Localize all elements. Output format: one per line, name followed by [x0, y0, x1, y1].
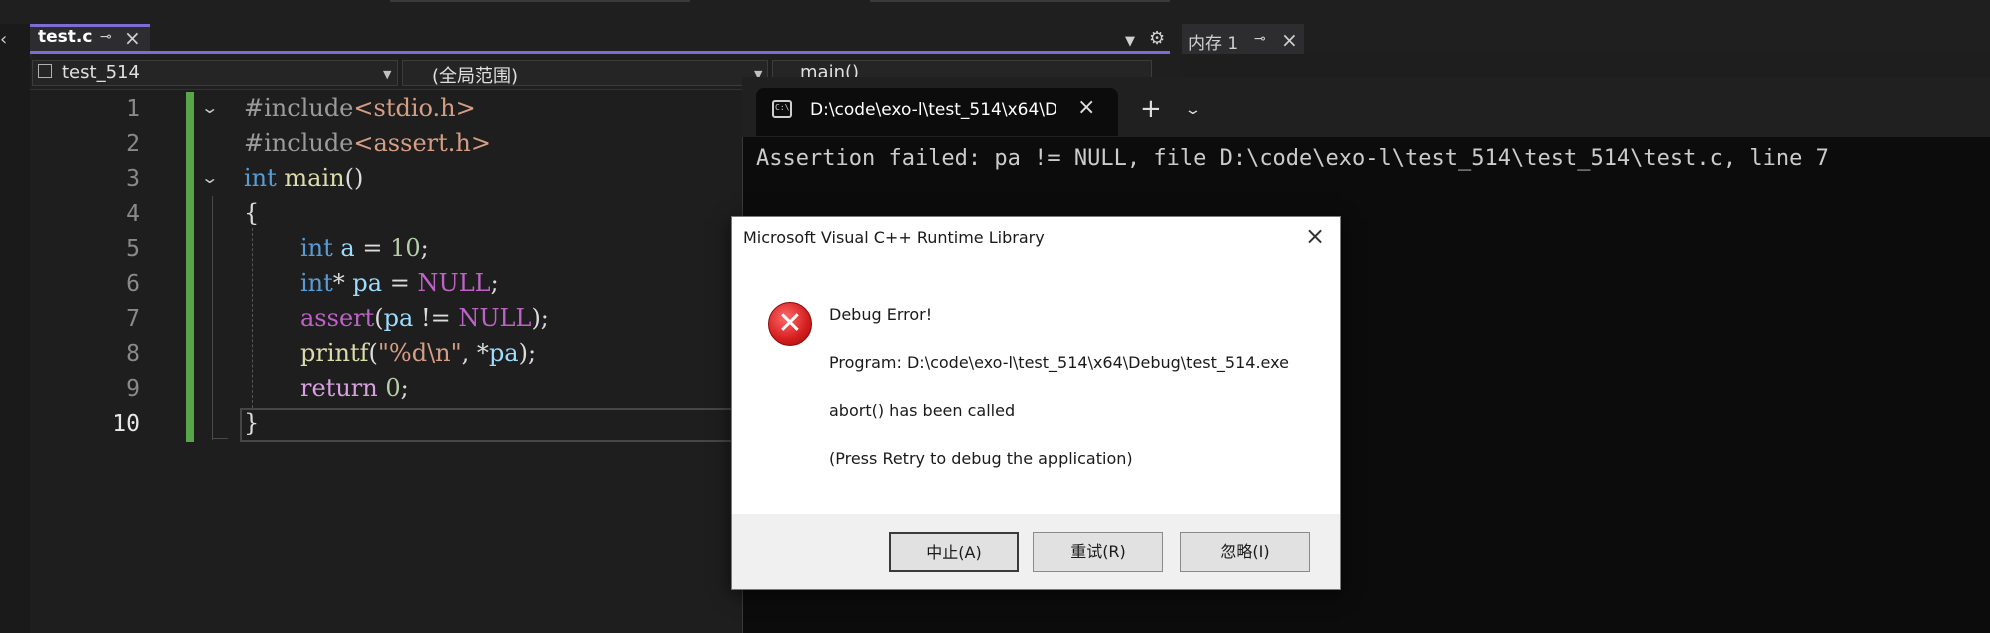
- line-number: 2: [126, 131, 140, 157]
- keyword: return: [300, 374, 378, 402]
- project-icon: [38, 64, 52, 78]
- strip-segment: [870, 0, 1170, 2]
- project-label: test_514: [62, 62, 140, 83]
- dialog-message: abort() has been called: [829, 401, 1016, 420]
- line-number: 6: [126, 271, 140, 297]
- error-icon: ✕: [768, 302, 812, 346]
- line-number: 7: [126, 306, 140, 332]
- chevron-down-icon: ▼: [383, 68, 392, 81]
- line-number: 3: [126, 166, 140, 192]
- punctuation: ;: [420, 234, 429, 262]
- brace: }: [244, 409, 260, 437]
- keyword: int: [300, 269, 333, 297]
- variable: pa: [352, 269, 383, 297]
- indent-guide: [252, 228, 253, 408]
- close-icon[interactable]: ×: [1281, 28, 1298, 52]
- preprocessor: #include: [244, 129, 354, 157]
- retry-button[interactable]: 重试(R): [1033, 532, 1163, 572]
- include-path: <stdio.h>: [353, 94, 476, 122]
- console-tab-title: D:\code\exo-l\test_514\x64\Debug\test_51…: [810, 100, 1056, 120]
- dialog-hint: (Press Retry to debug the application): [829, 449, 1133, 468]
- variable: pa: [488, 339, 519, 367]
- line-number-current: 10: [112, 411, 140, 437]
- number: 0: [385, 374, 401, 402]
- macro: assert: [300, 304, 375, 332]
- operator: !=: [413, 304, 459, 332]
- abort-button[interactable]: 中止(A): [889, 532, 1019, 572]
- line-number: 1: [126, 96, 140, 122]
- scope-label: (全局范围): [432, 66, 519, 87]
- line-number: 9: [126, 376, 140, 402]
- punctuation: (: [368, 339, 378, 367]
- keyword: int: [300, 234, 333, 262]
- code-line-2: #include<assert.h>: [244, 129, 491, 157]
- change-tracking-bar: [186, 92, 194, 442]
- brace: {: [244, 199, 260, 227]
- string-literal: "%d\n": [377, 339, 462, 367]
- punctuation: ;: [400, 374, 409, 402]
- chevron-down-icon[interactable]: ⌄: [1184, 102, 1202, 118]
- editor-tab-row: [30, 24, 1170, 54]
- dialog-program-path: Program: D:\code\exo-l\test_514\x64\Debu…: [829, 353, 1289, 372]
- gear-icon[interactable]: ⚙: [1149, 28, 1165, 49]
- code-line-10: }: [244, 409, 259, 437]
- code-line-5: int a = 10;: [300, 234, 429, 262]
- number: 10: [390, 234, 421, 262]
- line-number: 4: [126, 201, 140, 227]
- function-name: main: [284, 164, 345, 192]
- dialog-body: [732, 259, 1340, 514]
- pin-icon[interactable]: ⊸: [1254, 31, 1266, 47]
- console-output-text: Assertion failed: pa != NULL, file D:\co…: [756, 146, 1829, 171]
- operator: *: [332, 269, 353, 297]
- pin-icon[interactable]: ⊸: [100, 29, 112, 45]
- fold-guide-end: [212, 438, 228, 439]
- code-line-9: return 0;: [300, 374, 409, 402]
- close-icon[interactable]: ×: [1077, 95, 1095, 120]
- terminal-icon: C:\: [772, 100, 792, 118]
- close-icon[interactable]: ×: [124, 26, 141, 50]
- strip-segment: [390, 0, 690, 2]
- window-top-strip: [0, 0, 1990, 24]
- keyword: int: [244, 164, 277, 192]
- operator: =: [354, 234, 391, 262]
- current-line-highlight: [240, 408, 740, 442]
- punctuation: );: [531, 304, 549, 332]
- punctuation: , *: [461, 339, 489, 367]
- include-path: <assert.h>: [353, 129, 491, 157]
- new-tab-plus-icon[interactable]: +: [1140, 94, 1162, 124]
- fold-chevron-icon[interactable]: ⌄: [200, 98, 219, 117]
- dialog-heading: Debug Error!: [829, 305, 933, 324]
- chevron-left-icon[interactable]: ‹: [0, 30, 14, 50]
- code-line-8: printf("%d\n", *pa);: [300, 339, 536, 367]
- code-line-3: int main(): [244, 164, 363, 192]
- macro: NULL: [458, 304, 532, 332]
- ignore-button[interactable]: 忽略(I): [1180, 532, 1310, 572]
- function-name: printf: [300, 339, 369, 367]
- macro: NULL: [417, 269, 491, 297]
- line-number: 8: [126, 341, 140, 367]
- code-line-6: int* pa = NULL;: [300, 269, 499, 297]
- punctuation: );: [518, 339, 537, 367]
- close-icon[interactable]: ×: [1305, 222, 1325, 250]
- tab-overflow-dropdown-icon[interactable]: ▼: [1125, 34, 1135, 49]
- variable: pa: [383, 304, 414, 332]
- punctuation: (: [374, 304, 384, 332]
- punctuation: (): [344, 164, 364, 192]
- preprocessor: #include: [244, 94, 354, 122]
- variable: a: [340, 234, 355, 262]
- operator: =: [382, 269, 418, 297]
- fold-guide: [212, 196, 213, 440]
- dialog-title: Microsoft Visual C++ Runtime Library: [743, 228, 1045, 247]
- code-line-4: {: [244, 199, 259, 227]
- tab-title: 内存 1: [1188, 34, 1239, 54]
- code-line-1: #include<stdio.h>: [244, 94, 476, 122]
- left-tool-gutter: [0, 24, 31, 633]
- code-line-7: assert(pa != NULL);: [300, 304, 549, 332]
- line-number: 5: [126, 236, 140, 262]
- tab-title: test.c: [38, 27, 93, 47]
- fold-chevron-icon[interactable]: ⌄: [200, 168, 219, 187]
- punctuation: ;: [490, 269, 499, 297]
